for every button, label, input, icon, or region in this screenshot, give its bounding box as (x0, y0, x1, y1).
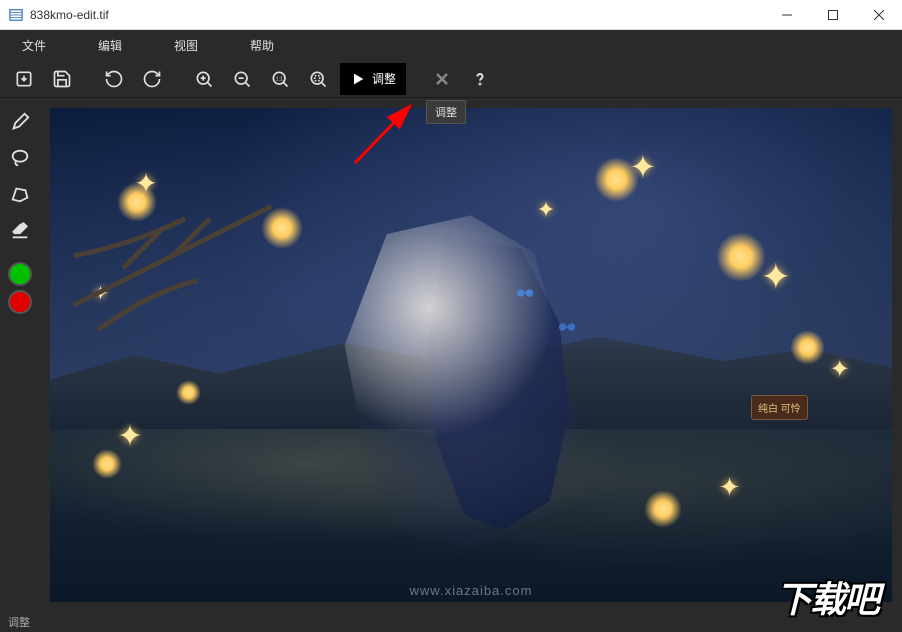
image-corner-badge: 纯白 可怜 (751, 395, 808, 420)
window-title: 838kmo-edit.tif (30, 8, 764, 22)
polygon-tool[interactable] (4, 178, 36, 210)
canvas-image: 纯白 可怜 www.xiazaiba.com (50, 108, 892, 602)
svg-text:1:1: 1:1 (276, 76, 283, 82)
color-green-button[interactable] (8, 262, 32, 286)
zoom-in-button[interactable] (188, 63, 220, 95)
left-toolbar (0, 98, 40, 612)
watermark-url: www.xiazaiba.com (410, 583, 533, 598)
adjust-label: 调整 (372, 70, 396, 87)
color-red-button[interactable] (8, 290, 32, 314)
menu-help[interactable]: 帮助 (236, 31, 288, 60)
window-controls (764, 0, 902, 30)
cancel-button[interactable] (426, 63, 458, 95)
save-button[interactable] (46, 63, 78, 95)
menu-edit[interactable]: 编辑 (84, 31, 136, 60)
zoom-actual-button[interactable]: 1:1 (264, 63, 296, 95)
download-button[interactable] (8, 63, 40, 95)
close-button[interactable] (856, 0, 902, 30)
overlay-logo: 下载吧 (752, 562, 902, 632)
main-area: 纯白 可怜 www.xiazaiba.com (0, 98, 902, 612)
overlay-logo-text: 下载吧 (776, 571, 878, 623)
adjust-button[interactable]: 调整 (340, 63, 406, 95)
minimize-button[interactable] (764, 0, 810, 30)
eraser-tool[interactable] (4, 214, 36, 246)
lasso-tool[interactable] (4, 142, 36, 174)
undo-button[interactable] (98, 63, 130, 95)
canvas-area[interactable]: 纯白 可怜 www.xiazaiba.com (40, 98, 902, 612)
zoom-out-button[interactable] (226, 63, 258, 95)
menu-view[interactable]: 视图 (160, 31, 212, 60)
adjust-tooltip: 调整 (426, 100, 466, 124)
toolbar: 1:1 调整 (0, 60, 902, 98)
statusbar-text: 调整 (8, 614, 30, 630)
app-icon (8, 7, 24, 23)
menu-file[interactable]: 文件 (8, 31, 60, 60)
redo-button[interactable] (136, 63, 168, 95)
titlebar: 838kmo-edit.tif (0, 0, 902, 30)
help-button[interactable] (464, 63, 496, 95)
menubar: 文件 编辑 视图 帮助 (0, 30, 902, 60)
brush-tool[interactable] (4, 106, 36, 138)
zoom-fit-button[interactable] (302, 63, 334, 95)
maximize-button[interactable] (810, 0, 856, 30)
